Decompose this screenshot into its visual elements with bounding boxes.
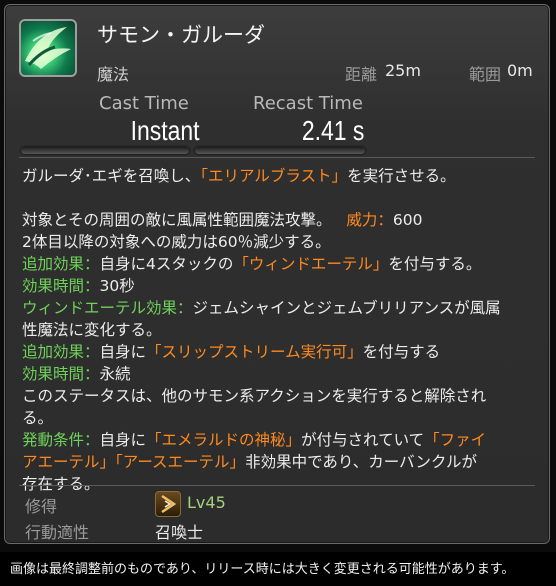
desc-line: 存在する。 (22, 475, 100, 493)
action-name: サモン・ガルーダ (97, 23, 265, 47)
action-description: ガルーダ･エギを召喚し、「エリアルブラスト」を実行させる。 対象とその周囲の敵に… (22, 165, 534, 495)
cast-time-bar (21, 147, 189, 154)
desc-line: ガルーダ･エギを召喚し、「エリアルブラスト」を実行させる。 (22, 167, 456, 185)
desc-line: 追加効果：自身に「スリップストリーム実行可」を付与する (22, 343, 441, 361)
desc-line: ウィンドエーテル効果：ジェムシャインとジェムブリリアンスが風属 (22, 299, 501, 317)
action-tooltip: サモン・ガルーダ 魔法 距離 25m 範囲 0m Cast Time Insta… (4, 4, 550, 544)
desc-line: このステータスは、他のサモン系アクションを実行すると解除され (22, 387, 487, 405)
recast-time-label: Recast Time (253, 93, 363, 114)
desc-line: アエーテル」「アースエーテル」非効果中であり、カーバンクルが (22, 453, 477, 471)
radius-label: 範囲 (469, 65, 502, 84)
acquire-label: 修得 (25, 497, 58, 516)
action-type: 魔法 (97, 65, 130, 84)
cast-time-label: Cast Time (99, 93, 189, 114)
desc-line: 性魔法に変化する。 (22, 321, 162, 339)
desc-line: 発動条件：自身に「エメラルドの神秘」が付与されていて「ファイ (22, 431, 487, 449)
garuda-wind-icon (19, 19, 77, 77)
range-value: 25m (385, 61, 421, 80)
desc-line: 効果時間：永続 (22, 365, 131, 383)
footer-divider (19, 485, 535, 486)
summoner-job-icon (155, 491, 181, 517)
radius-value: 0m (507, 61, 533, 80)
prerelease-notice: 画像は最終調整前のものであり、リリース時には大きく変更される可能性があります。 (10, 562, 515, 577)
recast-time-bar (195, 147, 365, 154)
class-label: 行動適性 (25, 523, 90, 542)
desc-line: 2体目以降の対象への威力は60％減少する。 (22, 233, 331, 251)
header-divider (19, 157, 535, 158)
recast-time-value: 2.41 s (301, 115, 365, 146)
desc-line: 対象とその周囲の敵に風属性範囲魔法攻撃。 威力：600 (22, 211, 423, 229)
class-value: 召喚士 (155, 523, 204, 542)
desc-line: 効果時間：30秒 (22, 277, 135, 295)
desc-line: 追加効果：自身に4スタックの「ウィンドエーテル」を付与する。 (22, 255, 482, 273)
range-label: 距離 (345, 65, 378, 84)
desc-line: る。 (22, 409, 54, 427)
cast-time-value: Instant (130, 115, 200, 146)
acquire-level: Lv45 (187, 493, 226, 512)
